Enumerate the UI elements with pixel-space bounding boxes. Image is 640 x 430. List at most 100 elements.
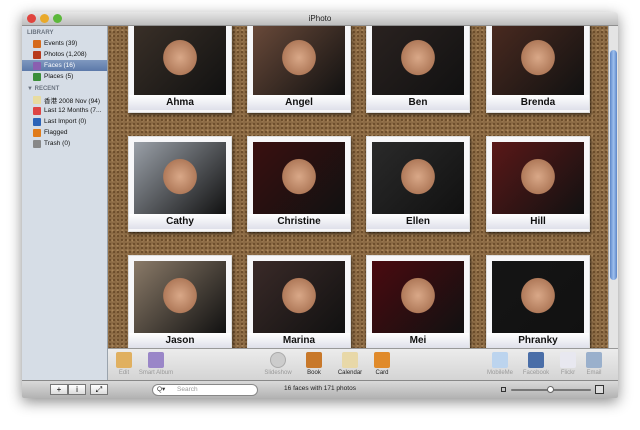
face-name: Angel [248, 95, 350, 110]
source-icon [33, 117, 41, 126]
source-icon [33, 95, 41, 104]
face-photo[interactable] [134, 26, 226, 95]
large-size-icon [595, 385, 604, 394]
button-label: Calendar [337, 370, 363, 376]
book-button[interactable]: Book [294, 352, 334, 376]
email-button[interactable]: Email [574, 352, 614, 376]
zoom-slider-knob[interactable] [547, 386, 554, 393]
sidebar-item-label: Events (39) [44, 40, 78, 47]
face-card[interactable]: Christine [247, 136, 351, 232]
sidebar-item[interactable]: Faces (16) [22, 60, 107, 71]
facebook-icon [528, 352, 544, 368]
face-card[interactable]: Brenda [486, 26, 590, 113]
zoom-button[interactable] [53, 14, 62, 23]
minimize-button[interactable] [40, 14, 49, 23]
face-card[interactable]: Angel [247, 26, 351, 113]
source-icon [33, 50, 41, 59]
smart-album-icon [148, 352, 164, 368]
face-name: Marina [248, 333, 350, 348]
sidebar-item[interactable]: Photos (1,208) [22, 49, 107, 60]
sidebar-item-label: Photos (1,208) [44, 51, 87, 58]
slideshow-button[interactable]: Slideshow [258, 352, 298, 376]
email-icon [586, 352, 602, 368]
sidebar-item[interactable]: Last 12 Months (7... [22, 105, 107, 116]
iphoto-window: iPhoto LIBRARY Events (39) Photos (1,208)… [22, 12, 618, 398]
info-button[interactable]: i [68, 384, 86, 395]
face-photo[interactable] [492, 142, 584, 214]
zoom-slider[interactable] [511, 386, 591, 393]
sidebar-item[interactable]: Events (39) [22, 38, 107, 49]
fullscreen-button[interactable]: ⤢ [90, 384, 108, 395]
calendar-icon [342, 352, 358, 368]
button-label: Slideshow [264, 370, 292, 376]
recent-header[interactable]: ▼ RECENT [22, 82, 107, 94]
face-name: Christine [248, 214, 350, 229]
face-card[interactable]: Ahma [128, 26, 232, 113]
face-name: Phranky [487, 333, 589, 348]
face-name: Brenda [487, 95, 589, 110]
face-card[interactable]: Cathy [128, 136, 232, 232]
bottom-bar: + i ⤢ 16 faces with 171 photos Q▾ Search [22, 380, 618, 398]
source-icon [33, 106, 41, 115]
sidebar-item[interactable]: 香港 2008 Nov (94) [22, 94, 107, 105]
library-header: LIBRARY [27, 30, 54, 36]
sidebar-item-label: 香港 2008 Nov (94) [44, 97, 100, 105]
book-icon [306, 352, 322, 368]
face-photo[interactable] [372, 26, 464, 95]
small-size-icon [501, 387, 506, 392]
face-photo[interactable] [253, 261, 345, 333]
face-name: Mei [367, 333, 469, 348]
sidebar-item-label: Places (5) [44, 73, 74, 80]
search-menu-icon[interactable]: Q▾ [157, 385, 165, 395]
face-card[interactable]: Hill [486, 136, 590, 232]
sidebar-item-label: Flagged [44, 129, 68, 136]
face-photo[interactable] [372, 142, 464, 214]
face-card[interactable]: Mei [366, 255, 470, 348]
source-icon [33, 72, 41, 81]
search-field[interactable]: Q▾ Search [152, 384, 258, 396]
search-placeholder: Search [177, 386, 198, 393]
scroll-thumb[interactable] [610, 50, 617, 280]
mobileme-icon [492, 352, 508, 368]
face-card[interactable]: Ellen [366, 136, 470, 232]
window-title: iPhoto [308, 14, 332, 23]
mobileme-button[interactable]: MobileMe [480, 352, 520, 376]
sidebar: LIBRARY Events (39) Photos (1,208) Faces (… [22, 26, 108, 380]
sidebar-item[interactable]: Trash (0) [22, 138, 107, 149]
face-card[interactable]: Marina [247, 255, 351, 348]
sidebar-item[interactable]: Last Import (0) [22, 116, 107, 127]
face-photo[interactable] [134, 261, 226, 333]
face-name: Ben [367, 95, 469, 110]
button-label: Book [307, 370, 321, 376]
sidebar-item-label: Trash (0) [44, 140, 71, 147]
smart-album-button[interactable]: Smart Album [136, 352, 176, 376]
button-label: MobileMe [486, 370, 513, 376]
sidebar-item-label: Faces (16) [44, 62, 76, 69]
title-bar: iPhoto [22, 12, 618, 26]
source-icon [33, 128, 41, 137]
sidebar-item[interactable]: Places (5) [22, 71, 107, 82]
button-label: Edit [118, 370, 130, 376]
card-icon [374, 352, 390, 368]
face-photo[interactable] [492, 261, 584, 333]
toolbar: Edit Smart Album Slideshow Book Calendar Card… [108, 348, 618, 380]
face-photo[interactable] [134, 142, 226, 214]
face-photo[interactable] [253, 26, 345, 95]
button-label: Card [375, 370, 389, 376]
add-button[interactable]: + [50, 384, 68, 395]
face-photo[interactable] [253, 142, 345, 214]
source-icon [33, 61, 41, 70]
close-button[interactable] [27, 14, 36, 23]
face-card[interactable]: Ben [366, 26, 470, 113]
card-button[interactable]: Card [362, 352, 402, 376]
faces-corkboard: Ahma Angel Ben Brenda Cathy Christine Ellen Hil… [108, 26, 608, 348]
face-photo[interactable] [372, 261, 464, 333]
face-card[interactable]: Phranky [486, 255, 590, 348]
vertical-scrollbar[interactable] [608, 26, 618, 348]
sidebar-item-label: Last 12 Months (7... [44, 107, 102, 114]
face-name: Cathy [129, 214, 231, 229]
sidebar-item[interactable]: Flagged [22, 127, 107, 138]
face-card[interactable]: Jason [128, 255, 232, 348]
face-photo[interactable] [492, 26, 584, 95]
face-name: Jason [129, 333, 231, 348]
